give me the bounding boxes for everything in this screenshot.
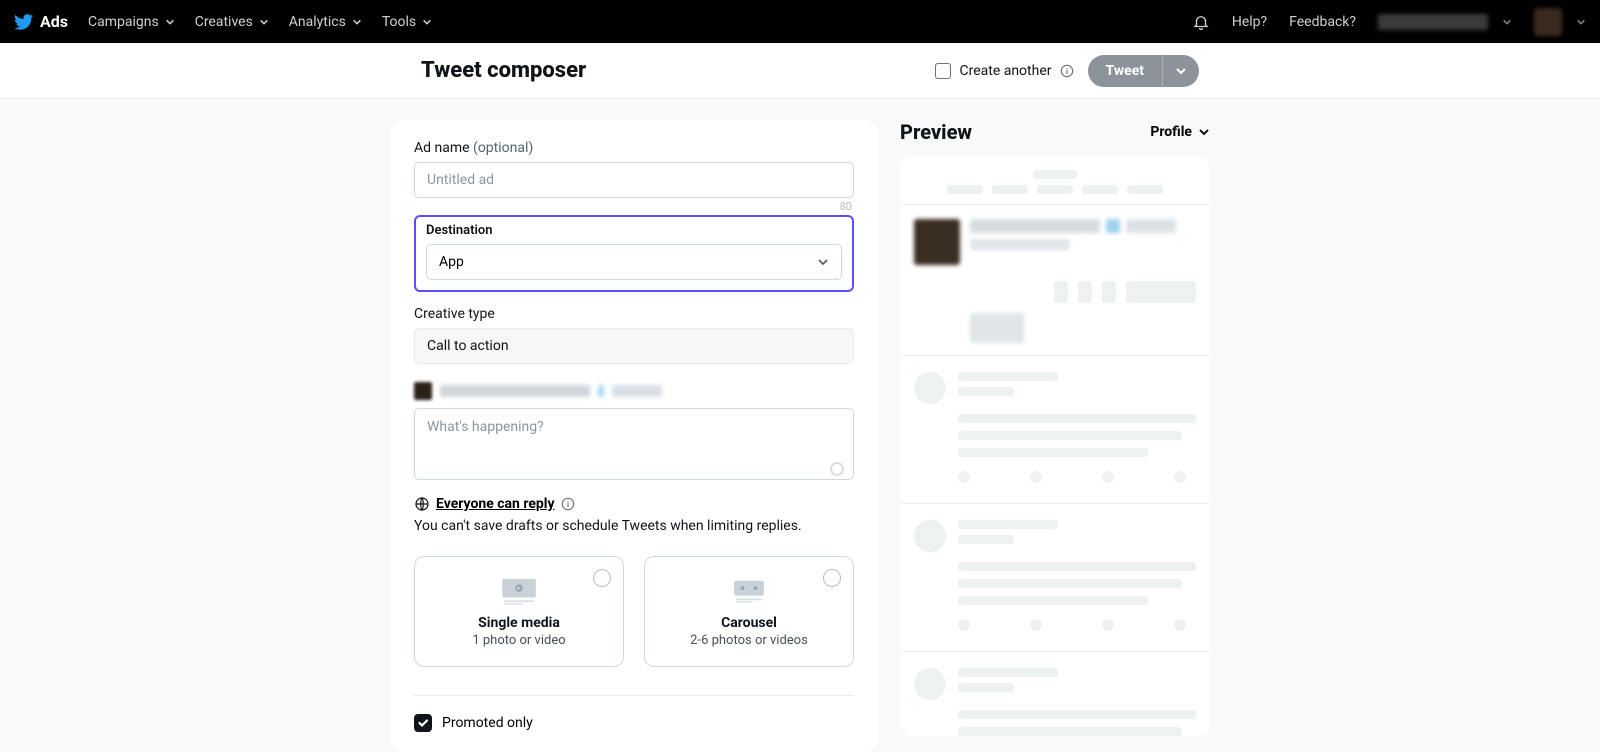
info-icon [1060,64,1074,78]
checkbox-unchecked[interactable] [935,63,951,79]
creative-type-group: Creative type Call to action [414,306,854,364]
media-options: Single media 1 photo or video Carousel 2… [414,556,854,667]
account-name-redacted [1378,14,1488,30]
divider [414,695,854,696]
char-count-indicator [830,462,844,476]
tweet-button[interactable]: Tweet [1088,55,1162,87]
creative-type-label: Creative type [414,306,854,322]
main-content: Ad name (optional) 80 Destination App Cr… [0,99,1600,752]
media-title: Carousel [657,615,841,631]
ad-name-label: Ad name (optional) [414,140,854,156]
account-handle-redacted [612,385,662,397]
account-avatar-redacted[interactable] [1534,8,1562,36]
info-icon [561,497,575,511]
radio-unchecked[interactable] [823,569,841,587]
composer-card: Ad name (optional) 80 Destination App Cr… [390,120,878,752]
chevron-down-icon[interactable] [1502,17,1512,27]
nav-campaigns[interactable]: Campaigns [88,14,175,30]
checkbox-checked[interactable] [414,714,432,732]
chevron-down-icon [352,17,362,27]
chevron-down-icon [1175,65,1187,77]
compose-textarea[interactable] [414,408,854,480]
tweet-skeleton [900,356,1210,504]
tweet-button-group: Tweet [1088,55,1199,87]
compose-wrap [414,408,854,484]
chevron-down-icon [165,17,175,27]
preview-mode-dropdown[interactable]: Profile [1150,124,1210,140]
chevron-down-icon [259,17,269,27]
globe-icon [414,496,430,512]
preview-column: Preview Profile [900,120,1210,752]
nav-creatives[interactable]: Creatives [195,14,269,30]
media-sub: 2-6 photos or videos [657,633,841,648]
tweet-skeleton [900,504,1210,652]
top-nav: Ads Campaigns Creatives Analytics Tools … [0,0,1600,43]
verified-badge-redacted [598,385,604,397]
carousel-icon [729,577,769,605]
ad-name-input[interactable] [414,162,854,198]
create-another-toggle[interactable]: Create another [935,63,1073,79]
notifications-icon[interactable] [1192,13,1210,31]
check-icon [417,717,429,729]
promoted-only-toggle[interactable]: Promoted only [414,714,854,732]
media-title: Single media [427,615,611,631]
preview-title: Preview [900,120,972,144]
chevron-down-icon [422,17,432,27]
destination-label: Destination [426,223,842,238]
creative-type-value: Call to action [414,328,854,364]
feedback-link[interactable]: Feedback? [1289,14,1356,30]
radio-unchecked[interactable] [593,569,611,587]
tweet-dropdown[interactable] [1162,55,1199,87]
nav-analytics[interactable]: Analytics [289,14,362,30]
preview-hero [900,205,1210,356]
destination-group: Destination App [414,215,854,292]
brand[interactable]: Ads [14,12,68,32]
ad-name-counter: 80 [414,200,854,213]
destination-select[interactable]: App [426,244,842,280]
preview-frame [900,156,1210,736]
account-row [414,382,854,400]
tweet-skeleton [900,652,1210,736]
media-option-single[interactable]: Single media 1 photo or video [414,556,624,667]
chevron-down-icon[interactable] [1576,17,1586,27]
help-link[interactable]: Help? [1232,14,1267,30]
twitter-bird-icon [14,12,34,32]
media-sub: 1 photo or video [427,633,611,648]
nav-tools[interactable]: Tools [382,14,432,30]
single-media-icon [499,577,539,605]
chevron-down-icon [817,256,829,268]
chevron-down-icon [1198,126,1210,138]
header-bar: Tweet composer Create another Tweet [0,43,1600,99]
reply-note: You can't save drafts or schedule Tweets… [414,518,854,534]
page-title: Tweet composer [421,58,586,83]
account-name-redacted [440,385,590,397]
account-avatar-redacted [414,382,432,400]
media-option-carousel[interactable]: Carousel 2-6 photos or videos [644,556,854,667]
reply-setting-link[interactable]: Everyone can reply [436,496,555,512]
reply-setting-row[interactable]: Everyone can reply [414,496,854,512]
brand-label: Ads [40,12,68,31]
